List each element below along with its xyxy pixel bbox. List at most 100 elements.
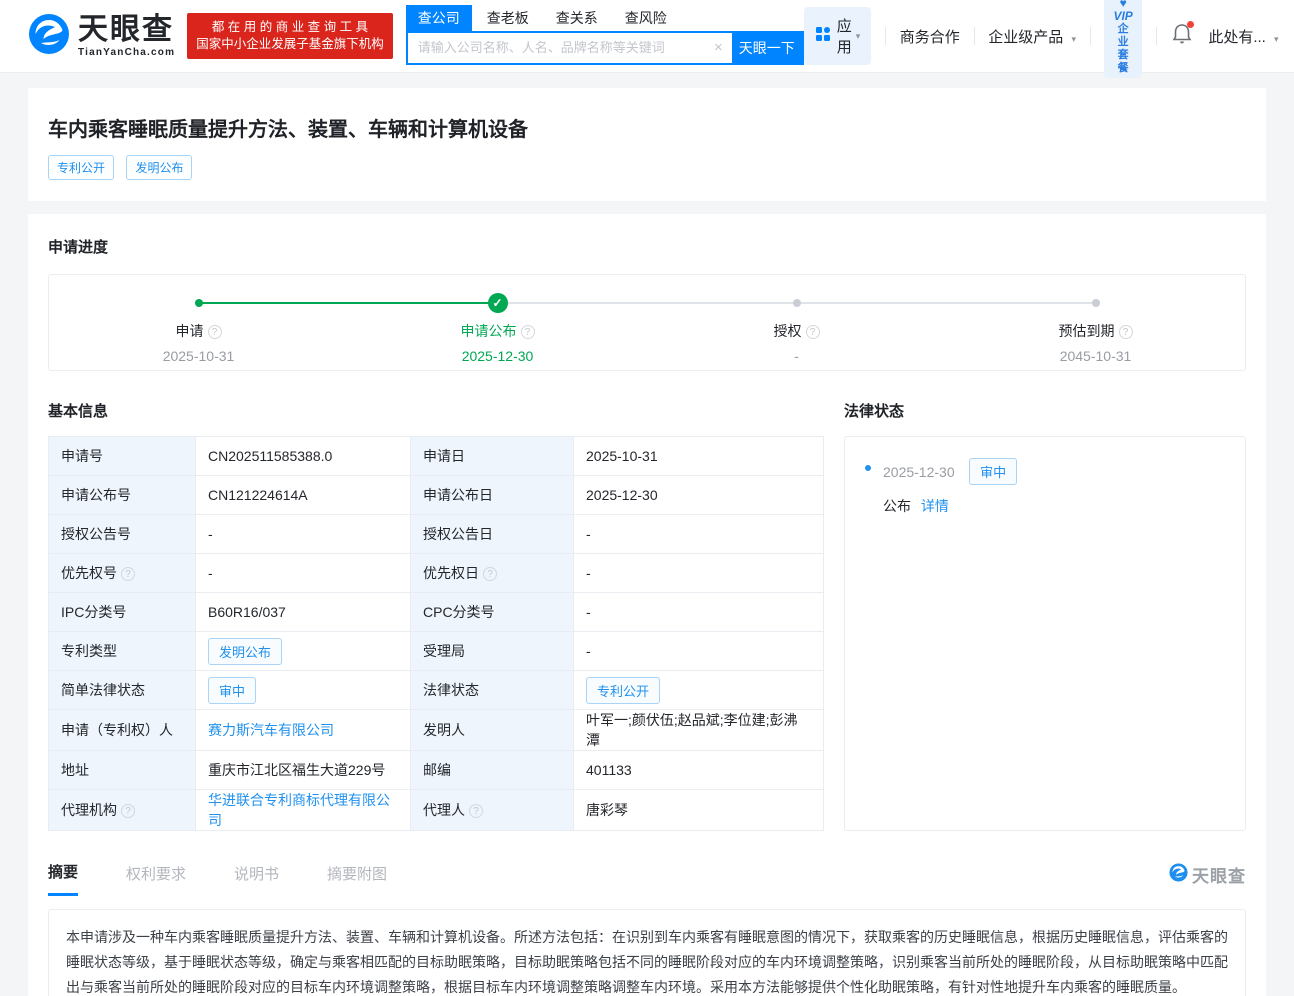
search-tab-risk[interactable]: 查风险 bbox=[625, 5, 667, 31]
application-progress-panel: ✓ 申请? 2025-10-31 申请公布? 2025-12-30 授权? - … bbox=[48, 274, 1246, 371]
row-value: - bbox=[586, 565, 591, 581]
document-tabs: 摘要 权利要求 说明书 摘要附图 天眼查 bbox=[48, 861, 1246, 896]
row-label: 申请日 bbox=[423, 448, 465, 464]
table-row: 简单法律状态 审中 法律状态 专利公开 bbox=[49, 671, 824, 710]
row-value: 2025-10-31 bbox=[586, 448, 658, 464]
header-nav: 应用 ▾ 商务合作 企业级产品 ▾ ♥ VIP 企业套餐 此处有... ▾ bbox=[804, 0, 1279, 78]
row-label: 邮编 bbox=[423, 762, 451, 778]
step-dot-expiry bbox=[1092, 299, 1100, 307]
patent-title: 车内乘客睡眠质量提升方法、装置、车辆和计算机设备 bbox=[48, 113, 1246, 142]
legal-status-tag: 专利公开 bbox=[586, 677, 660, 704]
watermark-logo-icon bbox=[1169, 863, 1188, 887]
grid-icon bbox=[815, 26, 831, 47]
apps-menu-button[interactable]: 应用 ▾ bbox=[804, 7, 872, 65]
applicant-company-link[interactable]: 赛力斯汽车有限公司 bbox=[208, 722, 334, 738]
simple-legal-status-tag: 审中 bbox=[208, 677, 256, 704]
row-label: 授权公告号 bbox=[61, 526, 131, 542]
help-icon[interactable]: ? bbox=[806, 325, 820, 339]
table-row: 优先权号? - 优先权日? - bbox=[49, 554, 824, 593]
row-label: 优先权日 bbox=[423, 565, 479, 581]
page-content: 车内乘客睡眠质量提升方法、装置、车辆和计算机设备 专利公开 发明公布 申请进度 … bbox=[0, 73, 1294, 996]
agency-link[interactable]: 华进联合专利商标代理有限公司 bbox=[208, 792, 390, 828]
notification-dot bbox=[1187, 21, 1194, 28]
help-icon[interactable]: ? bbox=[208, 325, 222, 339]
help-icon[interactable]: ? bbox=[121, 804, 135, 818]
help-icon[interactable]: ? bbox=[483, 567, 497, 581]
row-label: 受理局 bbox=[423, 643, 465, 659]
legal-status-panel: 2025-12-30 审中 公布 详情 bbox=[844, 436, 1246, 831]
row-value: CN202511585388.0 bbox=[208, 448, 332, 464]
address-value: 重庆市江北区福生大道229号 bbox=[208, 762, 385, 778]
row-label: IPC分类号 bbox=[61, 604, 126, 620]
step-dot-filed bbox=[195, 299, 203, 307]
basic-info-section: 基本信息 申请号 CN202511585388.0 申请日 2025-10-31… bbox=[48, 400, 824, 831]
bullet-dot-icon bbox=[865, 465, 871, 471]
patent-header-card: 车内乘客睡眠质量提升方法、装置、车辆和计算机设备 专利公开 发明公布 bbox=[28, 88, 1266, 201]
nav-item-enterprise-products[interactable]: 企业级产品 ▾ bbox=[988, 26, 1076, 47]
patent-detail-card: 申请进度 ✓ 申请? 2025-10-31 申请公布? 2025-12-30 授… bbox=[28, 214, 1266, 996]
help-icon[interactable]: ? bbox=[1119, 325, 1133, 339]
tab-abstract[interactable]: 摘要 bbox=[48, 861, 78, 896]
search-button[interactable]: 天眼一下 bbox=[732, 33, 802, 63]
search-box: × 天眼一下 bbox=[406, 31, 804, 65]
row-label: 申请公布号 bbox=[61, 487, 131, 503]
help-icon[interactable]: ? bbox=[521, 325, 535, 339]
row-value: - bbox=[586, 643, 591, 659]
logo-subtitle: TianYanCha.com bbox=[78, 48, 175, 58]
search-tab-relation[interactable]: 查关系 bbox=[556, 5, 598, 31]
search-tab-company[interactable]: 查公司 bbox=[406, 5, 472, 31]
timeline-track bbox=[199, 302, 1096, 304]
row-value: B60R16/037 bbox=[208, 604, 286, 620]
row-value: 2025-12-30 bbox=[586, 487, 658, 503]
row-label: 简单法律状态 bbox=[61, 682, 145, 698]
search-tab-boss[interactable]: 查老板 bbox=[487, 5, 529, 31]
legal-pending-tag: 审中 bbox=[969, 458, 1017, 485]
abstract-box: 本申请涉及一种车内乘客睡眠质量提升方法、装置、车辆和计算机设备。所述方法包括：在… bbox=[48, 909, 1246, 996]
step-date: 2045-10-31 bbox=[986, 348, 1206, 364]
row-label: 申请号 bbox=[61, 448, 103, 464]
row-label: 代理机构 bbox=[61, 802, 117, 818]
timeline-progress-fill bbox=[199, 302, 499, 304]
inventors-value: 叶军一;颜伏伍;赵品斌;李位建;彭沸潭 bbox=[586, 712, 798, 748]
table-row: 专利类型 发明公布 受理局 - bbox=[49, 632, 824, 671]
vip-package-badge[interactable]: ♥ VIP 企业套餐 bbox=[1104, 0, 1141, 78]
tianyancha-logo[interactable]: 天眼查 TianYanCha.com bbox=[28, 13, 175, 60]
caret-down-icon: ▾ bbox=[1071, 34, 1076, 44]
row-value: - bbox=[586, 604, 591, 620]
timeline-step-published: 申请公布? 2025-12-30 bbox=[388, 321, 608, 364]
tab-claims[interactable]: 权利要求 bbox=[126, 863, 186, 895]
row-label: 专利类型 bbox=[61, 643, 117, 659]
agent-value: 唐彩琴 bbox=[586, 802, 628, 818]
section-title-basic-info: 基本信息 bbox=[48, 400, 824, 421]
help-icon[interactable]: ? bbox=[121, 567, 135, 581]
row-value: - bbox=[208, 526, 213, 542]
promo-badge: 都 在 用 的 商 业 查 询 工 具 国家中小企业发展子基金旗下机构 bbox=[187, 13, 393, 59]
row-label: 法律状态 bbox=[423, 682, 479, 698]
legal-date: 2025-12-30 bbox=[883, 464, 955, 480]
search-tabs: 查公司 查老板 查关系 查风险 bbox=[406, 8, 804, 31]
legal-detail-link[interactable]: 详情 bbox=[921, 498, 949, 514]
logo-eye-icon bbox=[28, 13, 70, 60]
nav-item-business-cooperation[interactable]: 商务合作 bbox=[900, 26, 960, 47]
row-value: - bbox=[208, 565, 213, 581]
patent-tag-invention: 发明公布 bbox=[126, 155, 192, 180]
step-check-icon: ✓ bbox=[488, 293, 508, 313]
promo-line2: 国家中小企业发展子基金旗下机构 bbox=[196, 36, 384, 53]
postcode-value: 401133 bbox=[586, 762, 632, 778]
timeline-step-granted: 授权? - bbox=[687, 321, 907, 364]
section-title-application-progress: 申请进度 bbox=[48, 236, 1246, 257]
table-row: 代理机构? 华进联合专利商标代理有限公司 代理人? 唐彩琴 bbox=[49, 790, 824, 831]
search-input[interactable] bbox=[408, 33, 705, 63]
row-label: 优先权号 bbox=[61, 565, 117, 581]
row-value: - bbox=[586, 526, 591, 542]
row-label: 地址 bbox=[61, 762, 89, 778]
abstract-text: 本申请涉及一种车内乘客睡眠质量提升方法、装置、车辆和计算机设备。所述方法包括：在… bbox=[66, 925, 1228, 996]
tab-abstract-figure[interactable]: 摘要附图 bbox=[327, 863, 387, 895]
clear-icon[interactable]: × bbox=[705, 39, 732, 56]
tab-description[interactable]: 说明书 bbox=[234, 863, 279, 895]
patent-type-tag: 发明公布 bbox=[208, 638, 282, 665]
row-label: 授权公告日 bbox=[423, 526, 493, 542]
notification-bell-icon[interactable] bbox=[1172, 23, 1192, 50]
help-icon[interactable]: ? bbox=[469, 804, 483, 818]
nav-item-more[interactable]: 此处有... ▾ bbox=[1208, 26, 1278, 47]
